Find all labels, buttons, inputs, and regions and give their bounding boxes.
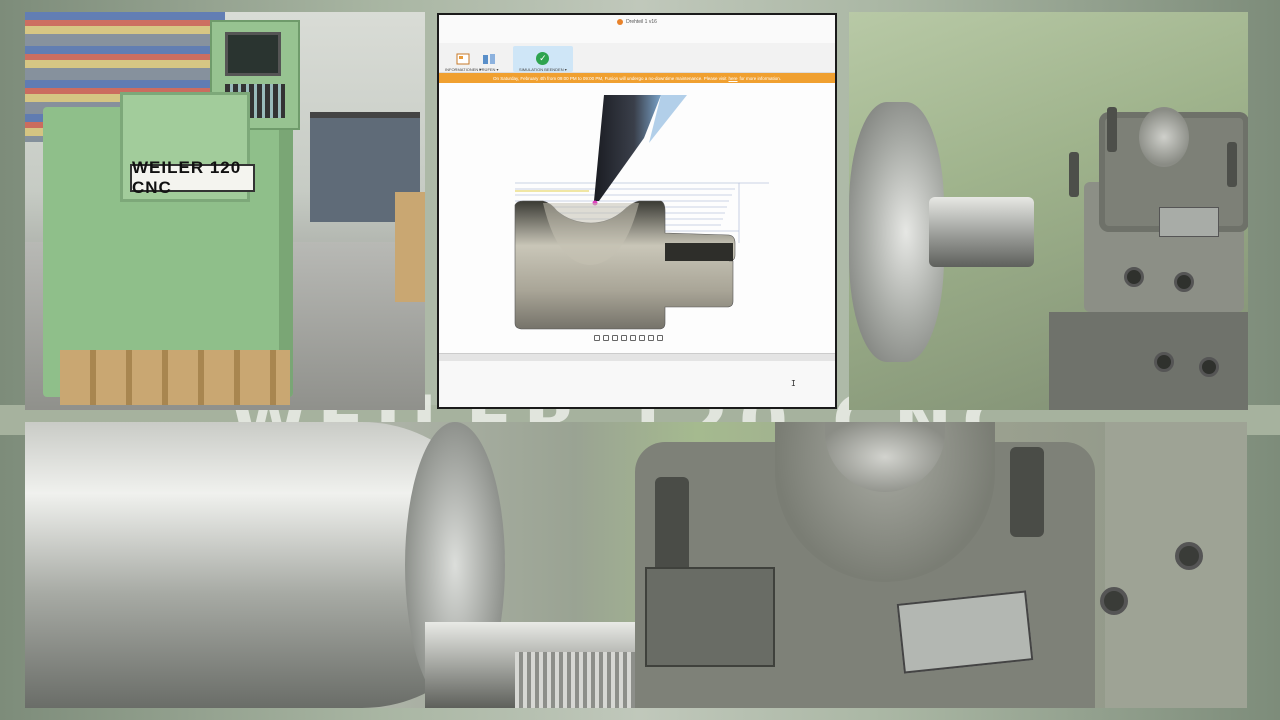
maintenance-banner: On Saturday, February 4th from 09:00 PM … [439,73,835,83]
toolbar-pruefen[interactable]: PRÜFEN ▾ [479,46,499,72]
look-at-icon[interactable] [603,335,609,341]
toolbar-label: SIMULATION BEENDEN ▾ [519,67,567,72]
slide-hole [1175,542,1203,570]
toolpost-nameplate [896,590,1034,674]
viewport-nav-bar[interactable] [594,333,663,343]
text-cursor-icon: I [791,379,796,388]
clamp-bolt [1227,142,1237,187]
clamp-bolt [1107,107,1117,152]
closeup-photo [25,422,1247,708]
turned-part-render [514,95,769,330]
banner-link[interactable]: here [729,76,738,81]
grid-icon[interactable] [648,335,654,341]
cad-viewport[interactable] [439,83,835,353]
inspect-icon [482,54,495,64]
info-panel-icon [456,53,470,65]
cad-timeline[interactable] [439,353,835,361]
lathe-screen [225,32,281,76]
workpiece [929,197,1034,267]
slide-screw [1199,357,1219,377]
cross-slide-closeup [1105,422,1247,708]
orbit-icon[interactable] [594,335,600,341]
toolbar-informationen[interactable]: INFORMATIONEN ▾ [445,46,481,72]
fit-icon[interactable] [630,335,636,341]
fusion-logo-icon [617,19,624,25]
slide-hole [1100,587,1128,615]
toolpost-nameplate [1159,207,1219,237]
toolpost-nut [1139,107,1189,167]
pan-icon[interactable] [612,335,618,341]
cad-window: Drehteil 1 v16 INFORMATIONEN ▾ PRÜFEN ▾ … [437,13,837,409]
brand-plate: WEILER 120 CNC [130,158,255,197]
banner-text: On Saturday, February 4th from 09:00 PM … [492,75,727,81]
cad-window-title: Drehteil 1 v16 [617,19,657,25]
slide-screw [1174,272,1194,292]
cad-toolbar: INFORMATIONEN ▾ PRÜFEN ▾ ✓ SIMULATION BE… [439,43,835,73]
banner-text-end: for more information. [739,75,782,81]
wooden-crate [395,192,425,302]
checkmark-icon: ✓ [536,52,550,65]
toolbar-label: PRÜFEN ▾ [479,67,499,72]
cad-titlebar: Drehteil 1 v16 [439,15,835,43]
viewports-icon[interactable] [657,335,663,341]
toolpost-photo [849,12,1248,410]
clamp-bolt [1069,152,1079,197]
cad-status-area: I [439,361,835,407]
zoom-icon[interactable] [621,335,627,341]
pallet [60,350,290,405]
toolbar-label: INFORMATIONEN ▾ [445,67,482,72]
slide-screw [1124,267,1144,287]
clamp-bolt [1010,447,1044,537]
slide-screw [1154,352,1174,372]
cad-title-text: Drehteil 1 v16 [626,19,657,25]
cross-slide [1049,312,1248,410]
tool-clamp [645,567,775,667]
part-step [665,243,733,261]
display-mode-icon[interactable] [639,335,645,341]
cutting-tool [594,95,661,201]
knurled-section [515,652,645,708]
machine-photo: WEILER 120 CNC [25,12,425,410]
toolbar-simulation-beenden[interactable]: ✓ SIMULATION BEENDEN ▾ [513,46,573,72]
